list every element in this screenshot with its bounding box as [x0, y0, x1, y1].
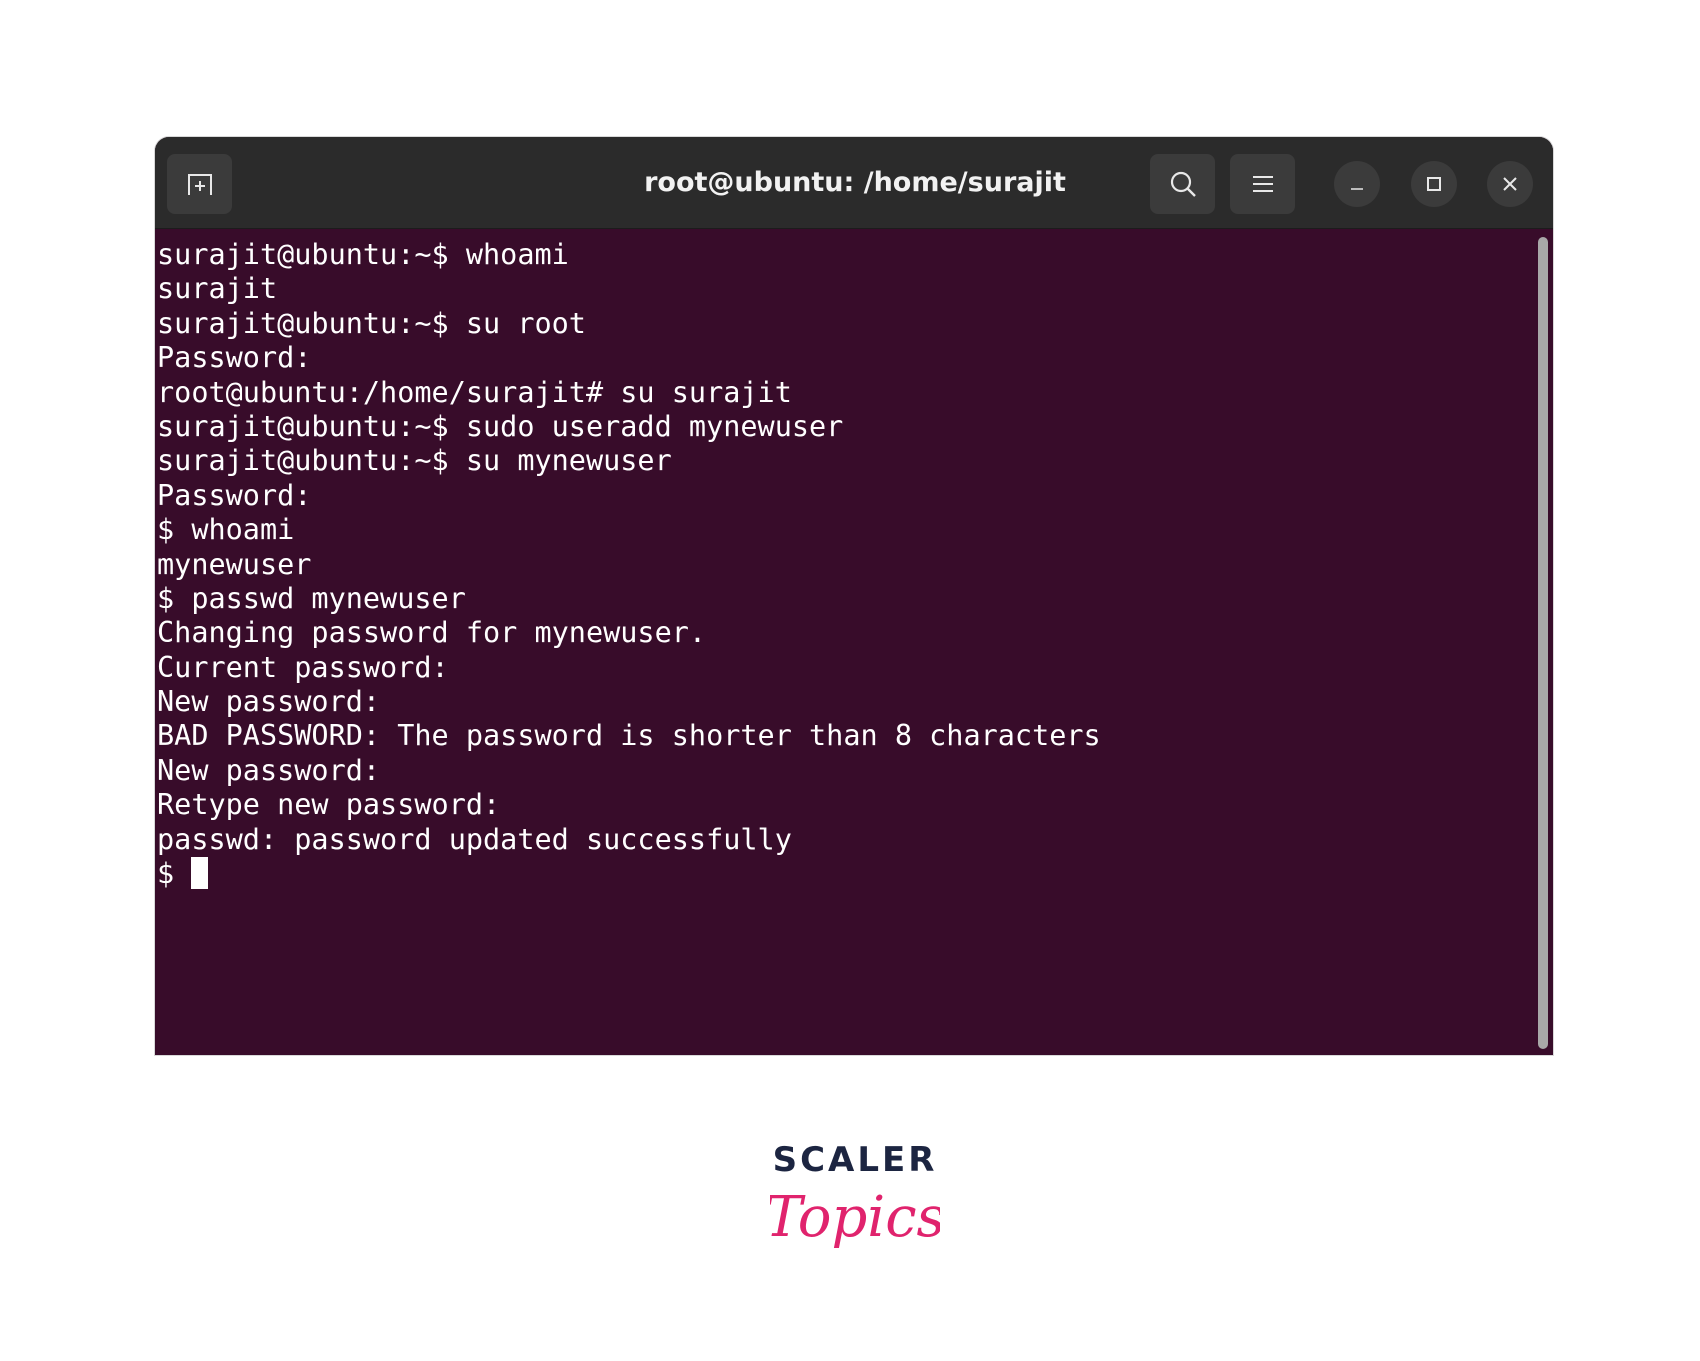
search-icon	[1170, 171, 1196, 197]
maximize-button[interactable]	[1411, 161, 1457, 207]
close-button[interactable]	[1487, 161, 1533, 207]
menu-button[interactable]	[1230, 154, 1295, 214]
terminal-line: surajit@ubuntu:~$ sudo useradd mynewuser	[157, 409, 844, 443]
scrollbar[interactable]	[1538, 237, 1548, 1049]
terminal-window: root@ubuntu: /home/surajit surajit@ubunt…	[155, 137, 1553, 1055]
terminal-line: New password:	[157, 753, 381, 787]
terminal-output[interactable]: surajit@ubuntu:~$ whoami surajit surajit…	[155, 229, 1535, 1055]
logo-topics-text: Topics	[770, 1185, 940, 1250]
terminal-line: passwd: password updated successfully	[157, 822, 792, 856]
terminal-line: Changing password for mynewuser.	[157, 616, 707, 650]
minimize-icon	[1351, 188, 1363, 190]
terminal-line: Password:	[157, 478, 312, 512]
minimize-button[interactable]	[1334, 161, 1380, 207]
terminal-line: $ passwd mynewuser	[157, 581, 466, 615]
logo-wordmark-topics: Topics	[770, 1185, 940, 1250]
hamburger-menu-icon	[1252, 176, 1273, 192]
logo-wordmark-scaler: SCALER	[772, 1140, 938, 1180]
terminal-line: surajit@ubuntu:~$ whoami	[157, 238, 569, 271]
window-title: root@ubuntu: /home/surajit	[644, 167, 1066, 198]
terminal-prompt: $	[157, 857, 192, 891]
terminal-line: root@ubuntu:/home/surajit# su surajit	[157, 375, 792, 409]
terminal-line: $ whoami	[157, 513, 295, 547]
maximize-icon	[1427, 177, 1441, 191]
terminal-line: Retype new password:	[157, 788, 501, 822]
text-cursor	[191, 857, 209, 890]
new-tab-button[interactable]	[167, 154, 232, 214]
close-icon	[1503, 177, 1517, 191]
terminal-line: mynewuser	[157, 547, 312, 581]
terminal-line: New password:	[157, 685, 381, 719]
terminal-line: Current password:	[157, 650, 449, 684]
terminal-prompt-line[interactable]: $	[157, 857, 1535, 891]
new-tab-icon	[187, 174, 212, 195]
terminal-line: surajit@ubuntu:~$ su root	[157, 306, 586, 340]
scaler-topics-logo: SCALER Topics	[770, 1140, 940, 1280]
terminal-line: Password:	[157, 341, 312, 375]
terminal-line: surajit@ubuntu:~$ su mynewuser	[157, 444, 672, 478]
title-bar: root@ubuntu: /home/surajit	[155, 137, 1553, 229]
search-button[interactable]	[1150, 154, 1215, 214]
terminal-line: BAD PASSWORD: The password is shorter th…	[157, 719, 1101, 753]
terminal-line: surajit	[157, 272, 278, 306]
